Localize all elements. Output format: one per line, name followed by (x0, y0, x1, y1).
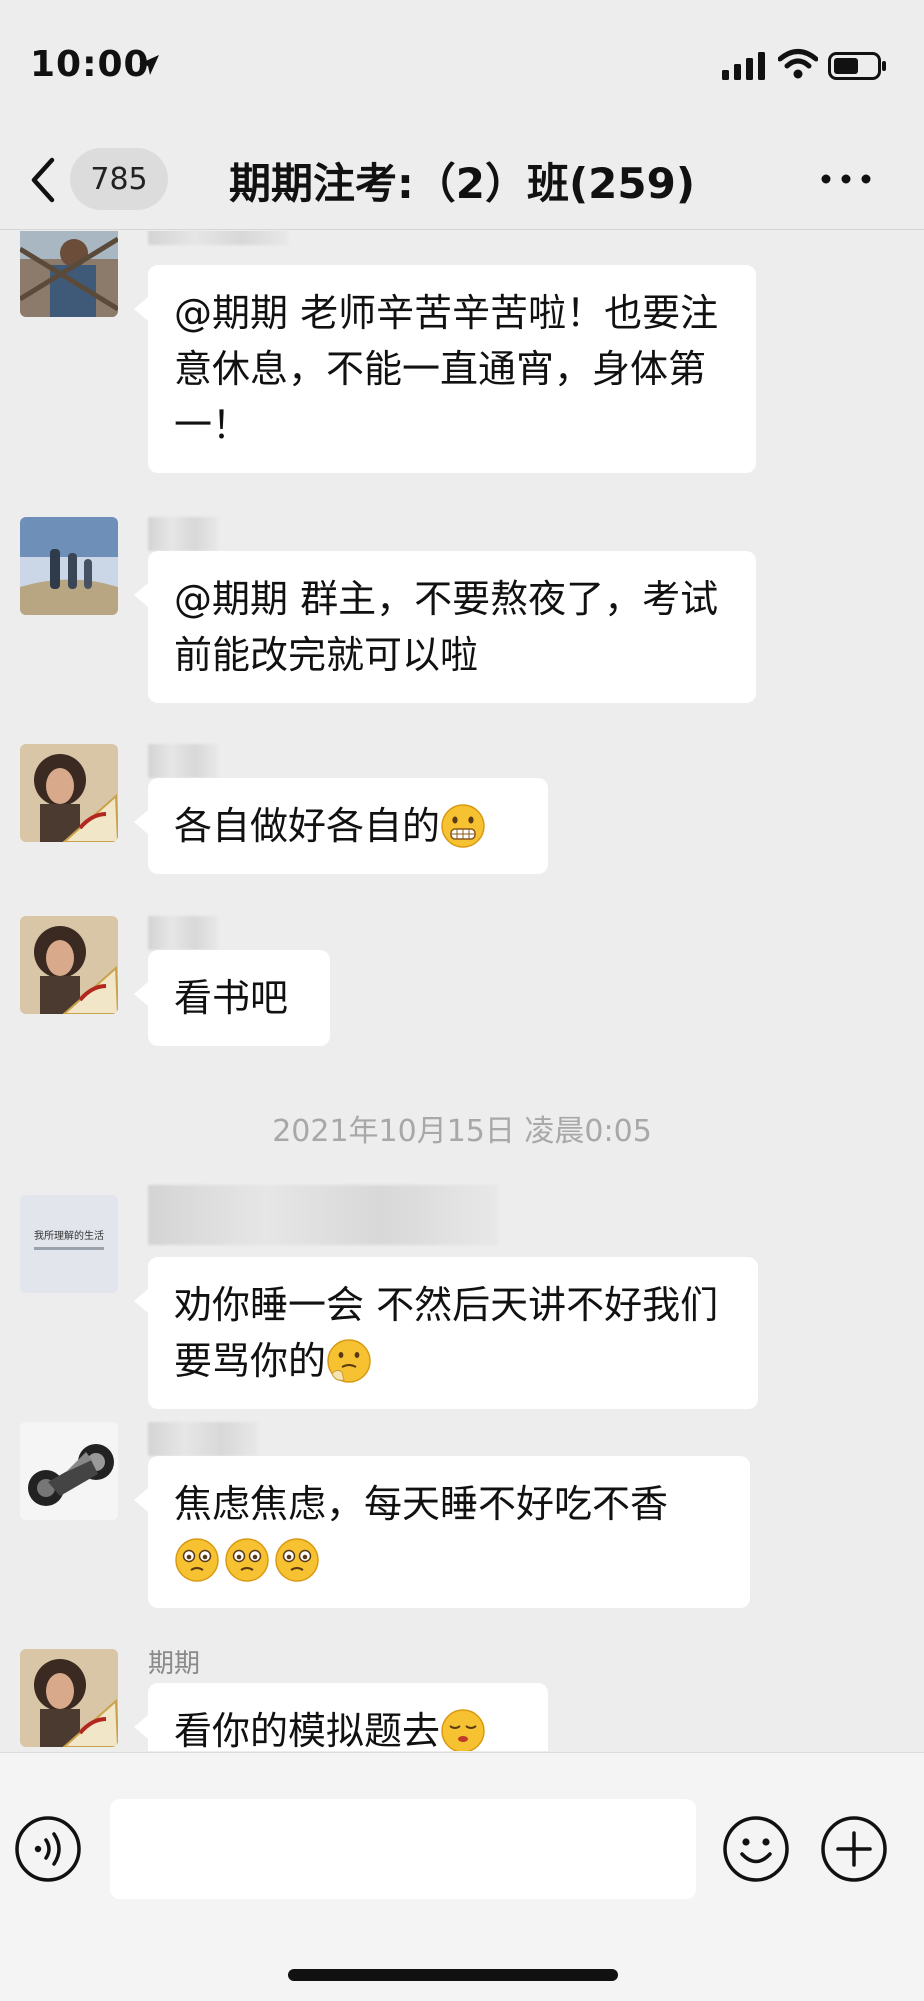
emoji-picker-icon[interactable] (722, 1815, 790, 1883)
nickname-redacted (148, 916, 218, 950)
message-bubble[interactable]: 看你的模拟题去 (134, 1683, 548, 1751)
kid-photo-avatar-image (20, 231, 118, 317)
message-input[interactable] (110, 1799, 696, 1899)
woman-fan-avatar-image (20, 916, 118, 1014)
motorcycle-avatar-image (20, 1422, 118, 1520)
woman-fan-avatar-image (20, 744, 118, 842)
message-bubble[interactable]: @期期 群主，不要熬夜了，考试前能改完就可以啦 (134, 551, 756, 703)
hikers-photo-avatar-image (20, 517, 118, 615)
nickname-redacted (148, 1185, 498, 1245)
more-options-icon[interactable] (816, 164, 876, 194)
avatar[interactable] (20, 916, 118, 1014)
input-bar (0, 1752, 924, 2001)
message-text: 劝你睡一会 不然后天讲不好我们要骂你的 (174, 1283, 719, 1383)
message-text: 焦虑焦虑，每天睡不好吃不香 (174, 1482, 669, 1526)
avatar[interactable] (20, 1422, 118, 1520)
cellular-signal-icon (722, 52, 765, 80)
status-bar: 10:00 (0, 0, 924, 130)
avatar-text: 我所理解的生活 (34, 1231, 104, 1242)
header-divider (0, 229, 924, 230)
chat-title: 期期注考:（2）班(259) (228, 159, 696, 208)
avatar[interactable] (20, 1649, 118, 1747)
message-text: 看你的模拟题去 (174, 1709, 441, 1751)
grimace-emoji-icon (441, 804, 485, 848)
avatar[interactable]: 我所理解的生活 (20, 1195, 118, 1293)
sender-nickname: 期期 (148, 1649, 201, 1679)
chat-header: 785 期期注考:（2）班(259) (0, 130, 924, 230)
message-bubble[interactable]: 劝你睡一会 不然后天讲不好我们要骂你的 (134, 1257, 758, 1409)
plus-icon[interactable] (820, 1815, 888, 1883)
thinking-emoji-icon (327, 1339, 371, 1383)
avatar[interactable] (20, 744, 118, 842)
avatar-line (34, 1247, 104, 1250)
message-bubble[interactable]: 焦虑焦虑，每天睡不好吃不香 (134, 1456, 750, 1608)
status-time: 10:00 (30, 44, 150, 85)
nickname-redacted (148, 1422, 258, 1456)
message-bubble[interactable]: 看书吧 (134, 950, 330, 1046)
message-bubble[interactable]: 各自做好各自的 (134, 778, 548, 874)
date-separator: 2021年10月15日 凌晨0:05 (272, 1114, 652, 1149)
home-indicator[interactable] (288, 1969, 618, 1981)
nickname-redacted (148, 517, 218, 551)
wifi-icon (778, 49, 818, 79)
avatar[interactable] (20, 517, 118, 615)
voice-input-icon[interactable] (14, 1815, 82, 1883)
worried-emoji-icon (275, 1538, 319, 1582)
relieved-emoji-icon (441, 1709, 485, 1751)
message-list[interactable]: @期期 老师辛苦辛苦啦！也要注意休息，不能一直通宵，身体第一！ @期期 群主，不… (0, 231, 924, 1751)
battery-icon (828, 52, 886, 80)
nickname-redacted (148, 231, 288, 245)
woman-fan-avatar-image (20, 1649, 118, 1747)
nickname-redacted (148, 744, 218, 778)
avatar[interactable] (20, 231, 118, 317)
location-arrow-icon (139, 55, 159, 75)
worried-emoji-icon (225, 1538, 269, 1582)
message-bubble[interactable]: @期期 老师辛苦辛苦啦！也要注意休息，不能一直通宵，身体第一！ (134, 265, 756, 473)
message-text: 各自做好各自的 (174, 804, 441, 848)
worried-emoji-icon (175, 1538, 219, 1582)
